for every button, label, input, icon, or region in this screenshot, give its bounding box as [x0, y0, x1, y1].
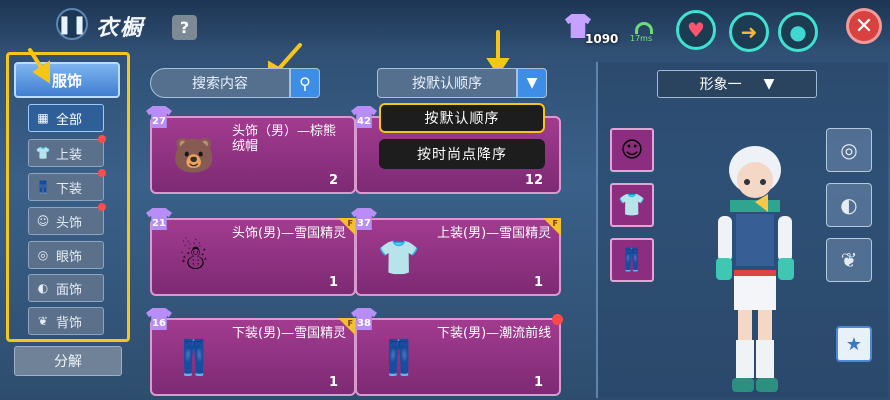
- f-badge-label: F: [347, 319, 353, 328]
- character-right-shoe: [756, 378, 778, 392]
- sidebar-item-label: 背饰: [56, 315, 83, 331]
- arrow-head-category: [32, 60, 50, 84]
- sidebar-item-label: 面饰: [56, 282, 83, 298]
- new-item-dot: [98, 203, 106, 211]
- f-badge-label: F: [347, 219, 353, 228]
- shirt-icon: 👕: [35, 146, 51, 160]
- bear-hat-thumb: 🐻: [172, 136, 216, 176]
- item-quantity: 1: [533, 375, 543, 390]
- glasses-slot-icon[interactable]: ◎: [826, 128, 872, 172]
- item-quantity: 2: [328, 173, 338, 188]
- character-left-shoe: [732, 378, 754, 392]
- character-right-arm: [778, 216, 792, 262]
- equipped-headwear-slot[interactable]: ☺: [610, 128, 654, 172]
- item-card[interactable]: 👖 下装(男)—雪国精灵 1 F: [150, 318, 356, 396]
- item-quantity: 1: [533, 275, 543, 290]
- character-scarf: [730, 200, 780, 212]
- sidebar-item-facewear[interactable]: ◐ 面饰: [28, 274, 104, 302]
- sidebar-item-label: 眼饰: [56, 249, 83, 265]
- item-name: 下装(男)—潮流前线: [437, 326, 552, 341]
- chevron-down-icon[interactable]: ▼: [517, 68, 547, 98]
- item-card[interactable]: 🐻 头饰（男）—棕熊绒帽 2: [150, 116, 356, 194]
- equipped-top-slot[interactable]: 👕: [610, 183, 654, 227]
- sort-dropdown[interactable]: 按默认顺序: [377, 68, 517, 98]
- sidebar-item-label: 下装: [56, 181, 83, 197]
- new-item-dot: [552, 314, 563, 325]
- f-badge-label: F: [552, 219, 558, 228]
- character-preview[interactable]: [700, 140, 810, 398]
- sidebar-item-backwear[interactable]: ❦ 背饰: [28, 307, 104, 335]
- snow-elf-pants-thumb: 👖: [172, 338, 216, 378]
- sidebar-item-eyewear[interactable]: ◎ 眼饰: [28, 241, 104, 269]
- item-name: 头饰（男）—棕熊绒帽: [232, 124, 337, 154]
- chevron-down-icon: ▼: [763, 76, 775, 92]
- item-quantity: 1: [328, 275, 338, 290]
- decompose-button[interactable]: 分解: [14, 346, 122, 376]
- new-item-dot: [98, 169, 106, 177]
- item-name: 下装(男)—雪国精灵: [232, 326, 347, 341]
- new-item-dot: [98, 135, 106, 143]
- character-left-arm: [718, 216, 732, 262]
- wings-icon: ❦: [37, 314, 49, 328]
- search-icon[interactable]: ⚲: [290, 68, 320, 98]
- glasses-icon: ◎: [37, 248, 49, 262]
- item-card[interactable]: ☃ 头饰(男)—雪国精灵 1 F: [150, 218, 356, 296]
- wardrobe-screen: ❚❚ 衣橱 ? 1090 17ms ♥ ➜ ● ✕ 服饰 ▦ 全部 👕 上装 👖…: [0, 0, 890, 400]
- snow-elf-head-thumb: ☃: [178, 238, 210, 278]
- item-card[interactable]: 👕 上装(男)—雪国精灵 1 F: [355, 218, 561, 296]
- item-quantity: 1: [328, 375, 338, 390]
- search-input[interactable]: 搜索内容: [150, 68, 290, 98]
- item-quantity: 12: [524, 173, 543, 188]
- item-name: 上装(男)—雪国精灵: [437, 226, 552, 241]
- item-card[interactable]: 👖 下装(男)—潮流前线 1: [355, 314, 563, 396]
- equipped-bottom-slot[interactable]: 👖: [610, 238, 654, 282]
- character-face: [737, 162, 773, 198]
- item-name: 头饰(男)—雪国精灵: [232, 226, 347, 241]
- mask-icon: ◐: [37, 281, 49, 295]
- sidebar-item-headwear[interactable]: ☺ 头饰: [28, 207, 104, 235]
- look-selector[interactable]: 形象一 ▼: [657, 70, 817, 98]
- sidebar-item-bottoms[interactable]: 👖 下装: [28, 173, 104, 201]
- head-icon: ☺: [36, 214, 50, 228]
- sort-option-fashion-desc[interactable]: 按时尚点降序: [379, 139, 545, 169]
- favorite-wardrobe-button[interactable]: ★: [836, 326, 872, 362]
- mask-slot-icon[interactable]: ◐: [826, 183, 872, 227]
- sidebar-item-label: 上装: [56, 147, 83, 163]
- trend-pants-thumb: 👖: [377, 338, 421, 378]
- sidebar-item-tops[interactable]: 👕 上装: [28, 139, 104, 167]
- wings-slot-icon[interactable]: ❦: [826, 238, 872, 282]
- pants-icon: 👖: [35, 180, 51, 194]
- sort-option-default[interactable]: 按默认顺序: [379, 103, 545, 133]
- snow-elf-top-thumb: 👕: [377, 238, 421, 278]
- look-label: 形象一: [699, 77, 742, 93]
- sidebar-item-label: 头饰: [56, 215, 83, 231]
